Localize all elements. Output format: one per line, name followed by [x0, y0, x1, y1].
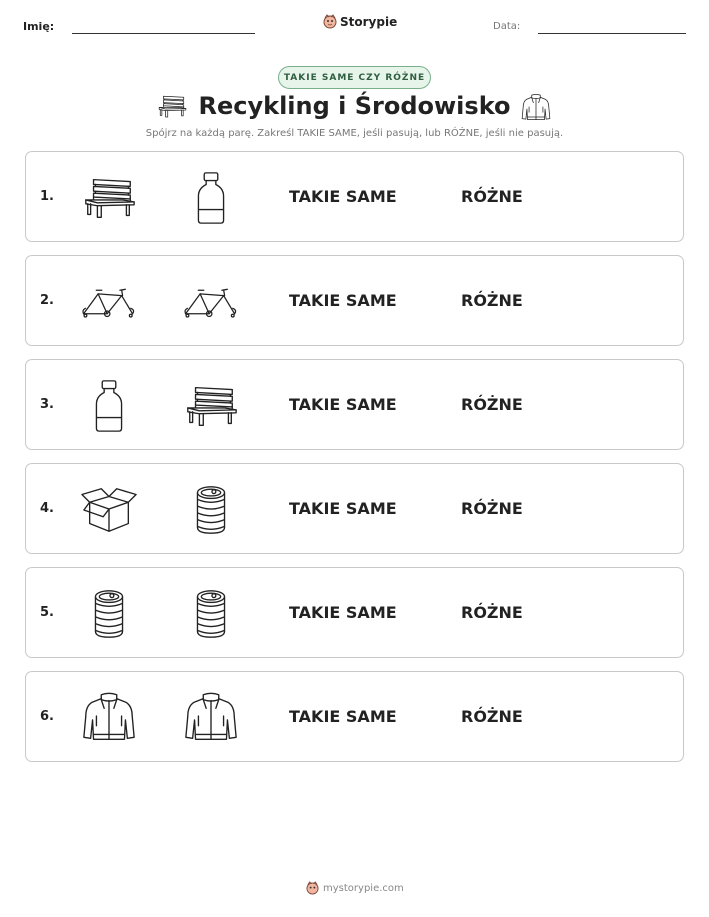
question-row: 6. TAKIE SAME RÓŻNE	[25, 671, 684, 762]
question-number: 6.	[40, 709, 54, 724]
name-label: Imię:	[23, 20, 55, 33]
bench-icon	[182, 378, 240, 434]
question-row: 5. TAKIE SAME RÓŻNE	[25, 567, 684, 658]
storypie-mascot-icon	[323, 14, 337, 29]
can-icon	[80, 586, 138, 642]
instructions: Spójrz na każdą parę. Zakreśl TAKIE SAME…	[145, 128, 564, 139]
question-number: 2.	[40, 293, 54, 308]
question-row: 3. TAKIE SAME RÓŻNE	[25, 359, 684, 450]
option-same[interactable]: TAKIE SAME	[289, 395, 397, 414]
jacket-icon	[80, 690, 138, 746]
footer: mystorypie.com	[306, 879, 404, 897]
question-row: 2. TAKIE SAME RÓŻNE	[25, 255, 684, 346]
can-icon	[182, 586, 240, 642]
brand-logo: Storypie	[323, 12, 397, 32]
bench-icon	[80, 170, 138, 226]
option-same[interactable]: TAKIE SAME	[289, 707, 397, 726]
option-same[interactable]: TAKIE SAME	[289, 291, 397, 310]
date-line	[538, 33, 686, 34]
footer-url[interactable]: mystorypie.com	[323, 883, 404, 894]
question-number: 3.	[40, 397, 54, 412]
bicycle-icon	[182, 274, 240, 330]
question-row: 1. TAKIE SAME RÓŻNE	[25, 151, 684, 242]
option-different[interactable]: RÓŻNE	[461, 291, 523, 310]
date-label: Data:	[493, 21, 521, 32]
question-number: 5.	[40, 605, 54, 620]
brand-name: Storypie	[340, 15, 398, 29]
option-different[interactable]: RÓŻNE	[461, 395, 523, 414]
name-line	[72, 33, 255, 34]
option-same[interactable]: TAKIE SAME	[289, 499, 397, 518]
storypie-mascot-icon	[306, 880, 319, 895]
jacket-icon	[182, 690, 240, 746]
jacket-icon	[520, 93, 552, 123]
option-same[interactable]: TAKIE SAME	[289, 603, 397, 622]
worksheet-type-badge: TAKIE SAME CZY RÓŻNE	[278, 66, 431, 89]
question-row: 4. TAKIE SAME RÓŻNE	[25, 463, 684, 554]
question-number: 1.	[40, 189, 54, 204]
box-icon	[80, 482, 138, 538]
option-same[interactable]: TAKIE SAME	[289, 187, 397, 206]
question-number: 4.	[40, 501, 54, 516]
can-icon	[182, 482, 240, 538]
option-different[interactable]: RÓŻNE	[461, 603, 523, 622]
bottle-icon	[80, 378, 138, 434]
option-different[interactable]: RÓŻNE	[461, 187, 523, 206]
option-different[interactable]: RÓŻNE	[461, 707, 523, 726]
page-title: Recykling i Środowisko	[198, 92, 511, 120]
bottle-icon	[182, 170, 240, 226]
bicycle-icon	[80, 274, 138, 330]
option-different[interactable]: RÓŻNE	[461, 499, 523, 518]
